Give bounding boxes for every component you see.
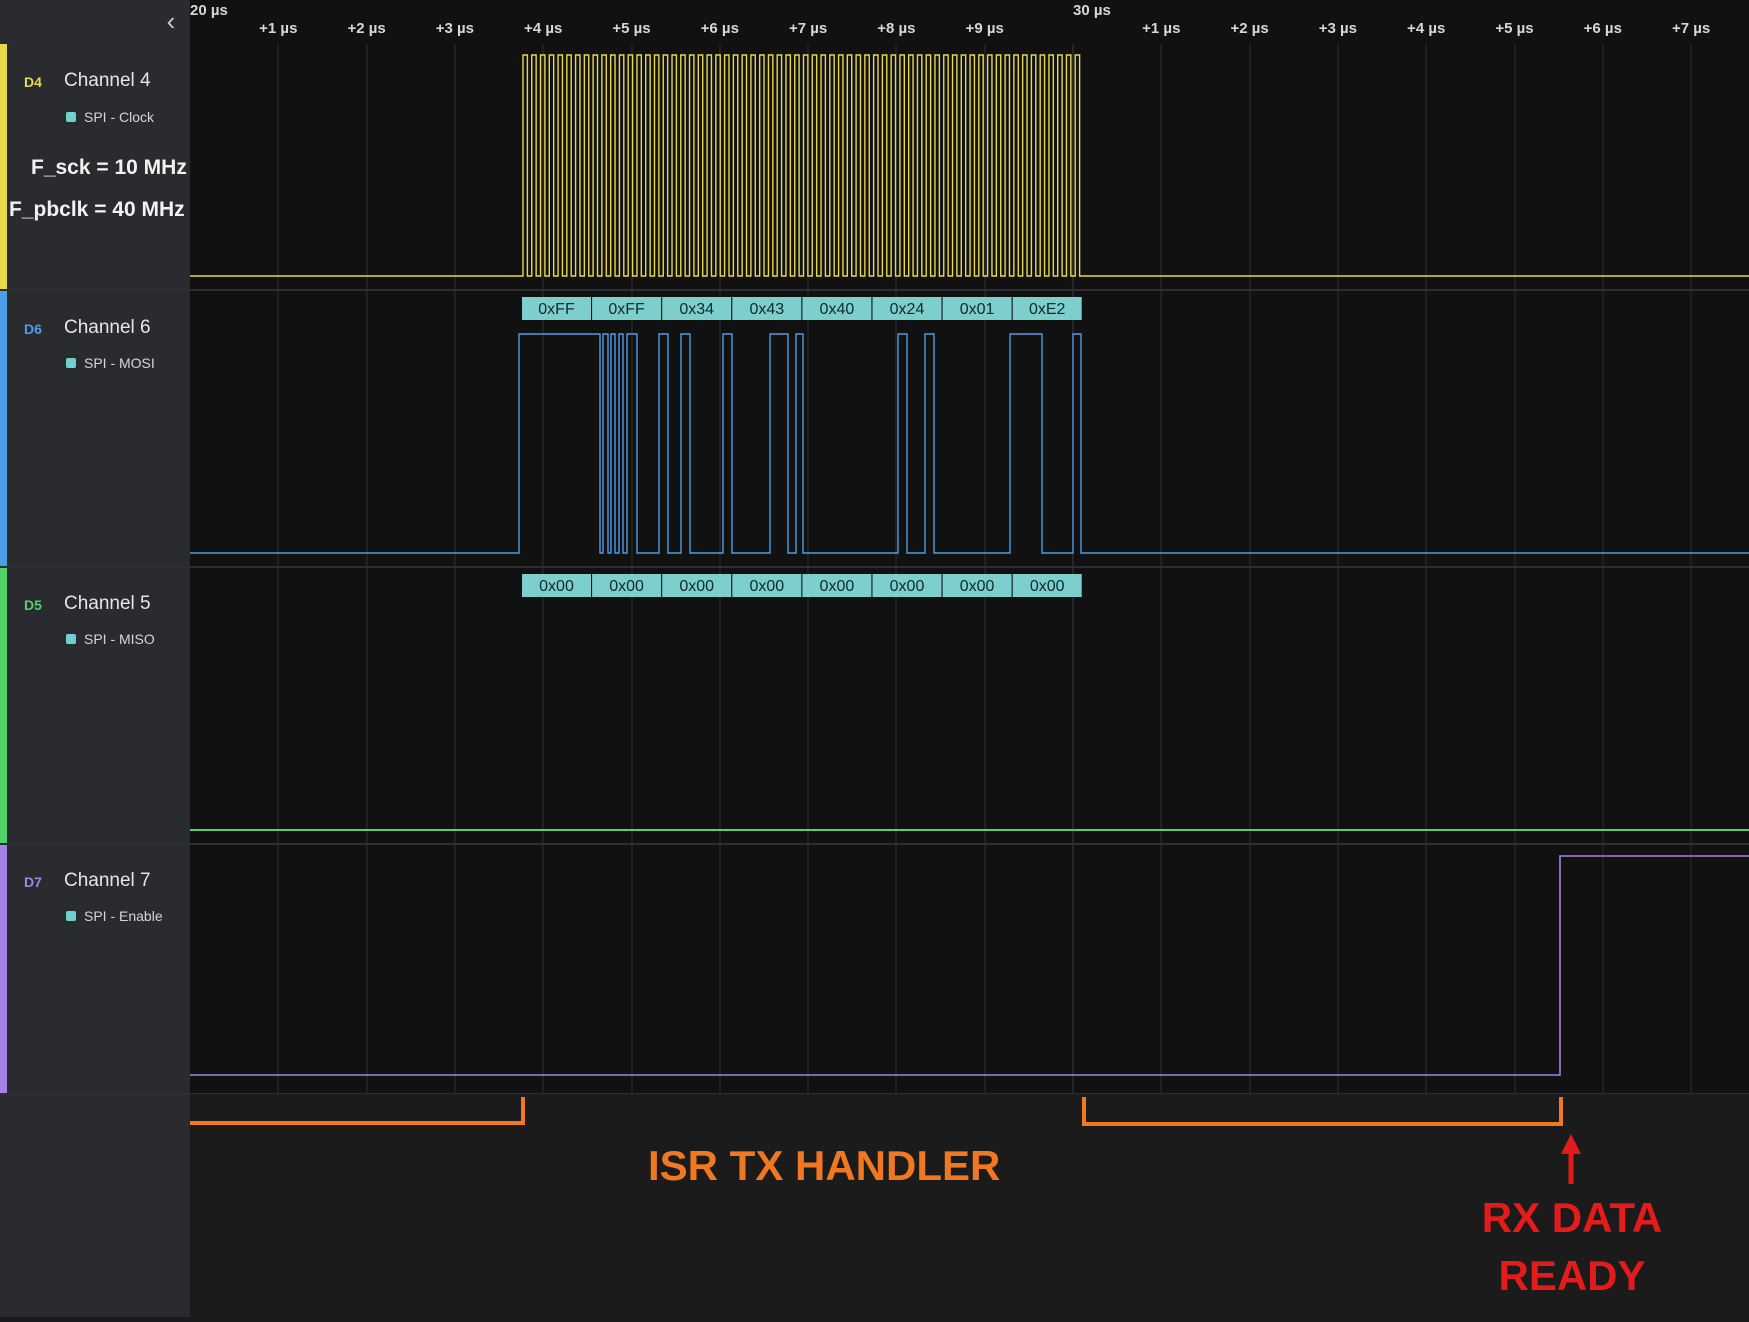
rx-label-line2: READY bbox=[1498, 1252, 1646, 1299]
channel-name: Channel 7 bbox=[64, 870, 151, 891]
channel-tag: D4 bbox=[24, 74, 42, 90]
miso-decode-value: 0x00 bbox=[960, 578, 995, 595]
channel-name: Channel 4 bbox=[64, 70, 151, 91]
ruler-minor-label: +8 µs bbox=[877, 20, 916, 37]
channel-tag: D5 bbox=[24, 597, 42, 613]
channel-tag: D6 bbox=[24, 321, 42, 337]
miso-decode-value: 0x00 bbox=[749, 578, 784, 595]
row-separator bbox=[0, 566, 1749, 568]
waveform-svg: 0xFF 0xFF 0x34 0x43 0x40 0x24 0x01 0xE2 0x00 0x00… bbox=[190, 44, 1749, 1094]
channel-label-6[interactable]: D6 Channel 6 SPI - MOSI bbox=[0, 291, 190, 567]
isr-tx-handler-label: ISR TX HANDLER bbox=[648, 1142, 1001, 1189]
analyzer-name: SPI - MISO bbox=[84, 631, 155, 647]
annotation-area: ISR TX HANDLER RX DATA READY bbox=[190, 1094, 1749, 1317]
mosi-decode-value: 0xE2 bbox=[1029, 301, 1066, 318]
channel-color-stripe bbox=[0, 567, 7, 844]
analyzer-label[interactable]: SPI - Enable bbox=[66, 908, 163, 924]
miso-decode-value: 0x00 bbox=[1030, 578, 1065, 595]
isr-bracket-left bbox=[190, 1097, 525, 1125]
ruler-minor-label: +2 µs bbox=[1230, 20, 1269, 37]
mosi-decode-value: 0x40 bbox=[820, 301, 855, 318]
channel-color-stripe bbox=[0, 44, 7, 291]
mosi-decode-value: 0xFF bbox=[538, 301, 575, 318]
channel-tag: D7 bbox=[24, 874, 42, 890]
ruler-minor-label: +5 µs bbox=[612, 20, 651, 37]
mosi-decode-value: 0x43 bbox=[749, 301, 784, 318]
miso-decode-value: 0x00 bbox=[820, 578, 855, 595]
miso-decode-value: 0x00 bbox=[539, 578, 574, 595]
mosi-decode-value: 0xFF bbox=[608, 301, 645, 318]
ruler-minor-label: +9 µs bbox=[965, 20, 1004, 37]
ruler-minor-label: +7 µs bbox=[788, 20, 828, 37]
ruler-minor-label: +7 µs bbox=[1671, 20, 1711, 37]
rx-data-ready-label: RX DATA READY bbox=[1470, 1189, 1674, 1305]
rx-arrowhead-icon bbox=[1561, 1134, 1581, 1154]
ruler-major-label: 30 µs bbox=[1073, 2, 1111, 19]
ruler-minor-label: +5 µs bbox=[1495, 20, 1534, 37]
analyzer-name: SPI - Clock bbox=[84, 109, 155, 125]
isr-bracket-right bbox=[1082, 1097, 1563, 1126]
ruler-minor-label: +6 µs bbox=[1583, 20, 1622, 37]
channel-color-stripe bbox=[0, 291, 7, 567]
ruler-minor-label: +3 µs bbox=[435, 20, 475, 37]
channel-color-stripe bbox=[0, 844, 7, 1094]
ruler-minor-label: +4 µs bbox=[524, 20, 563, 37]
logic-analyzer-app: ‹ D4 Channel 4 SPI - Clock D6 Channel 6 … bbox=[0, 0, 1749, 1317]
waveform-area[interactable]: 0xFF 0xFF 0x34 0x43 0x40 0x24 0x01 0xE2 0x00 0x00… bbox=[190, 44, 1749, 1094]
ruler-minor-label: +1 µs bbox=[1142, 20, 1181, 37]
rx-label-line1: RX DATA bbox=[1481, 1194, 1663, 1241]
analyzer-name: SPI - Enable bbox=[84, 908, 163, 924]
time-ruler[interactable]: 20 µs 30 µs +1 µs +2 µs +3 µs +4 µs +5 µs +6 µs… bbox=[190, 0, 1749, 44]
channel-sidebar: ‹ D4 Channel 4 SPI - Clock D6 Channel 6 … bbox=[0, 0, 190, 1317]
analyzer-dot-icon bbox=[66, 634, 76, 645]
channel-name: Channel 6 bbox=[64, 317, 151, 338]
ruler-minor-label: +4 µs bbox=[1407, 20, 1446, 37]
miso-decode-value: 0x00 bbox=[890, 578, 925, 595]
analyzer-name: SPI - MOSI bbox=[84, 355, 155, 371]
analyzer-dot-icon bbox=[66, 358, 76, 369]
row-separator bbox=[0, 289, 1749, 291]
analyzer-dot-icon bbox=[66, 911, 76, 922]
analyzer-dot-icon bbox=[66, 112, 76, 123]
miso-decode-value: 0x00 bbox=[679, 578, 714, 595]
channel-label-5[interactable]: D5 Channel 5 SPI - MISO bbox=[0, 567, 190, 844]
ruler-major-label: 20 µs bbox=[190, 2, 228, 19]
ruler-minor-label: +1 µs bbox=[259, 20, 298, 37]
analyzer-label[interactable]: SPI - Clock bbox=[66, 109, 154, 125]
ruler-minor-label: +6 µs bbox=[700, 20, 739, 37]
note-f-sck: F_sck = 10 MHz bbox=[31, 156, 187, 179]
miso-decode-value: 0x00 bbox=[609, 578, 644, 595]
ruler-minor-label: +3 µs bbox=[1318, 20, 1358, 37]
mosi-decode-value: 0x24 bbox=[890, 301, 925, 318]
analyzer-label[interactable]: SPI - MOSI bbox=[66, 355, 155, 371]
ruler-minor-label: +2 µs bbox=[347, 20, 386, 37]
collapse-sidebar-chevron-icon[interactable]: ‹ bbox=[158, 6, 184, 36]
note-f-pbclk: F_pbclk = 40 MHz bbox=[9, 198, 185, 221]
mosi-decode-value: 0x34 bbox=[679, 301, 714, 318]
analyzer-label[interactable]: SPI - MISO bbox=[66, 631, 155, 647]
mosi-decode-value: 0x01 bbox=[960, 301, 995, 318]
channel-label-7[interactable]: D7 Channel 7 SPI - Enable bbox=[0, 844, 190, 1094]
channel-name: Channel 5 bbox=[64, 593, 151, 614]
row-separator bbox=[0, 843, 1749, 845]
